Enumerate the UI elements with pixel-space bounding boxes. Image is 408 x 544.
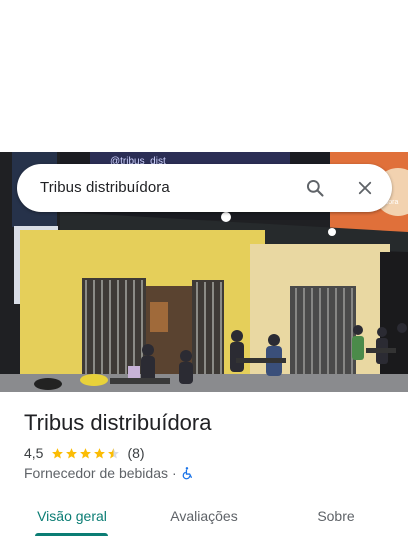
top-blank-area	[0, 0, 408, 152]
tab-overview[interactable]: Visão geral	[17, 496, 127, 536]
star-icon	[52, 447, 64, 458]
rating-value: 4,5	[24, 445, 44, 461]
star-icon	[80, 447, 92, 458]
search-input[interactable]: Tribus distribuídora	[40, 179, 170, 196]
tab-reviews[interactable]: Avaliações	[149, 496, 259, 536]
search-icon	[306, 179, 324, 197]
rating-row[interactable]: 4,5 (8)	[24, 445, 145, 461]
star-rating	[51, 447, 121, 460]
wheelchair-icon	[182, 467, 192, 480]
separator-dot: ·	[172, 465, 177, 481]
star-icon	[94, 447, 106, 458]
half-star-icon	[108, 447, 120, 458]
star-icon	[66, 447, 78, 458]
tab-about[interactable]: Sobre	[281, 496, 391, 536]
tab-bar: Visão geral Avaliações Sobre	[0, 496, 408, 544]
active-tab-indicator	[35, 533, 108, 536]
close-icon	[358, 181, 372, 195]
search-button[interactable]	[300, 173, 330, 203]
search-bar[interactable]: Tribus distribuídora	[17, 164, 392, 212]
place-name: Tribus distribuídora	[24, 410, 212, 435]
place-category: Fornecedor de bebidas	[24, 465, 168, 481]
clear-search-button[interactable]	[350, 173, 380, 203]
review-count[interactable]: (8)	[127, 445, 144, 461]
category-row: Fornecedor de bebidas ·	[24, 465, 194, 481]
